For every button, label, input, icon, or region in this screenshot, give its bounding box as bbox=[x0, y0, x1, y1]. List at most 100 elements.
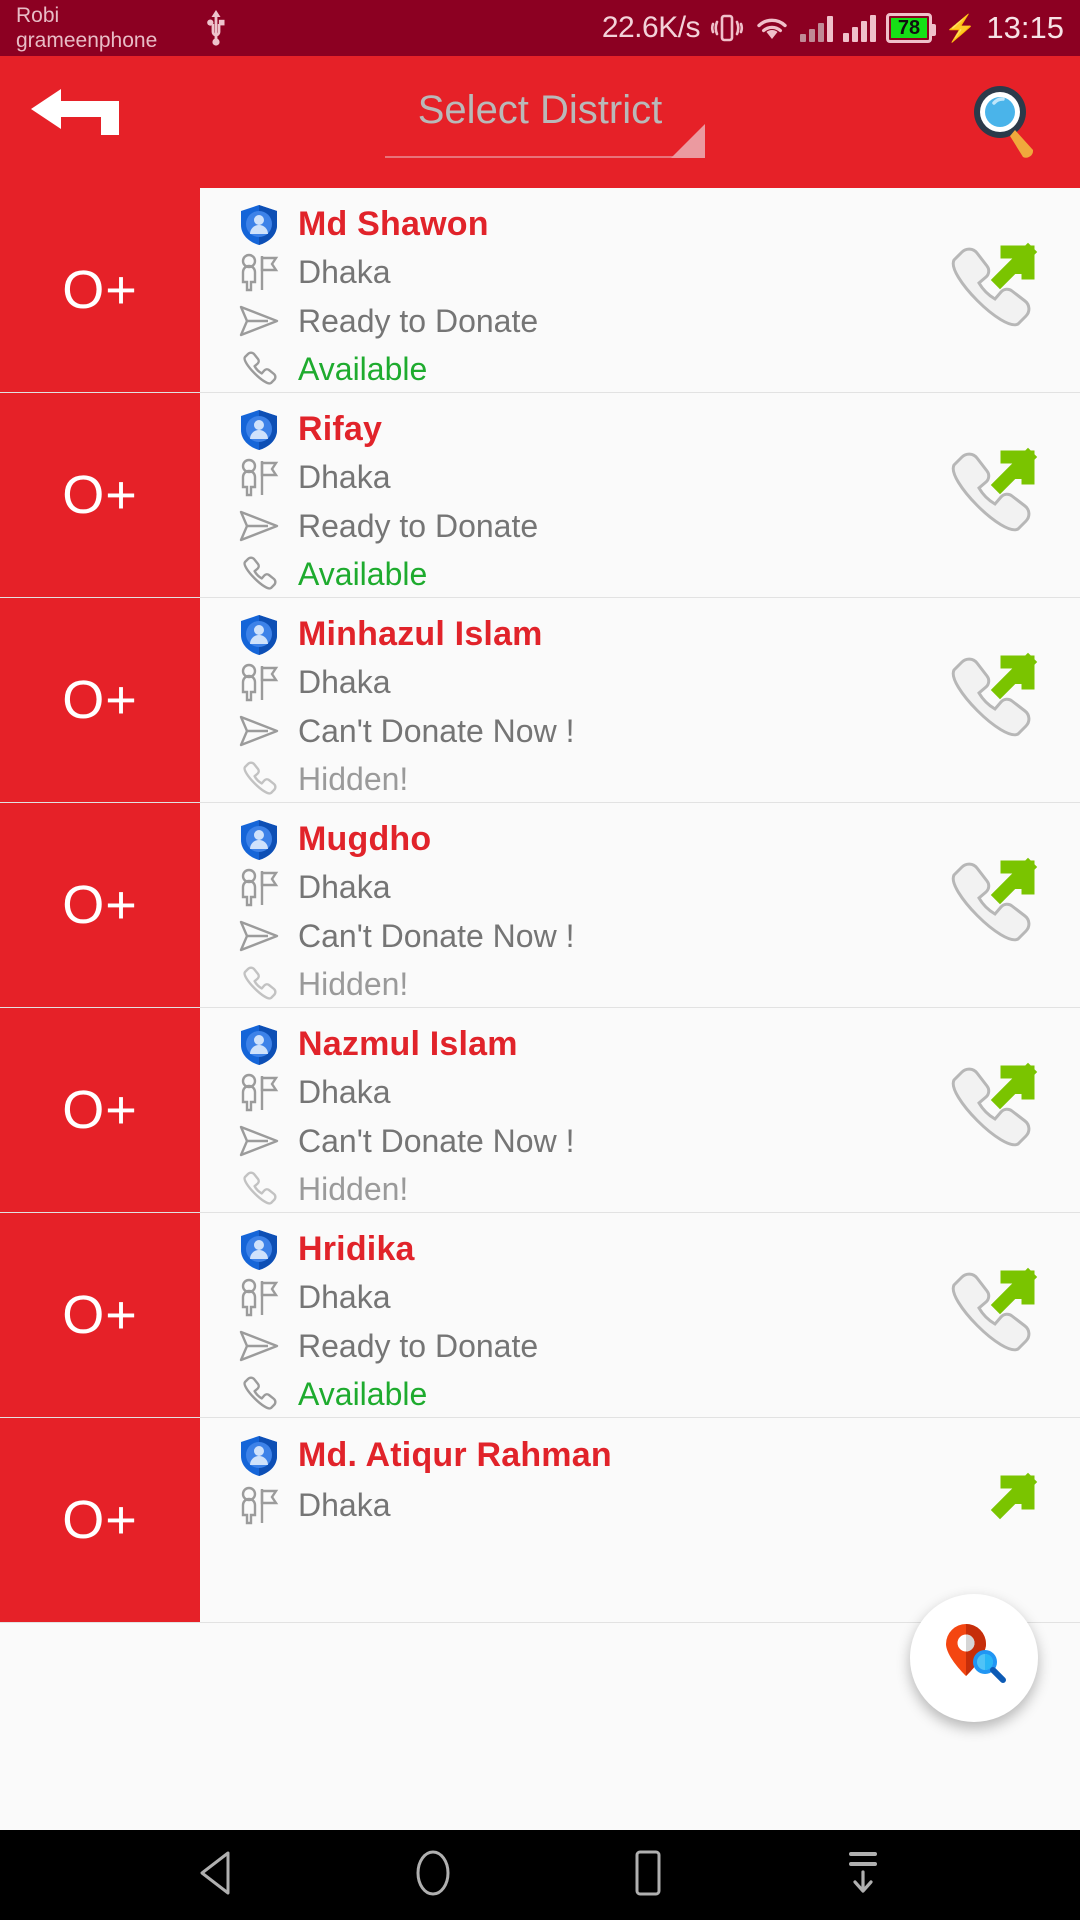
table-row[interactable]: O+ Nazmul Islam Dhaka Can't Donate Now !… bbox=[0, 1008, 1080, 1213]
call-button[interactable] bbox=[900, 803, 1080, 1007]
donor-availability: Hidden! bbox=[298, 965, 409, 1002]
battery-indicator: 78 bbox=[886, 13, 937, 43]
donor-donate-status: Can't Donate Now ! bbox=[298, 712, 575, 749]
donor-name: Rifay bbox=[298, 410, 383, 449]
donor-status-line: Can't Donate Now ! bbox=[238, 914, 900, 959]
person-flag-icon bbox=[238, 457, 280, 499]
call-button[interactable] bbox=[900, 393, 1080, 597]
shield-person-icon bbox=[238, 613, 280, 657]
donor-donate-status: Can't Donate Now ! bbox=[298, 917, 575, 954]
donor-district-line: Dhaka bbox=[238, 1275, 900, 1320]
person-flag-icon bbox=[238, 662, 280, 704]
table-row[interactable]: O+ Minhazul Islam Dhaka Can't Donate Now… bbox=[0, 598, 1080, 803]
nav-recents-button[interactable] bbox=[588, 1830, 708, 1920]
outgoing-call-icon bbox=[938, 646, 1042, 755]
dropdown-triangle-icon bbox=[671, 124, 705, 158]
nav-hide-keyboard-button[interactable] bbox=[803, 1830, 923, 1920]
shield-person-icon bbox=[238, 1023, 280, 1067]
carrier-2: grameenphone bbox=[16, 29, 158, 52]
outgoing-call-icon bbox=[938, 1466, 1042, 1575]
donor-info: Nazmul Islam Dhaka Can't Donate Now ! Hi… bbox=[200, 1008, 900, 1212]
donor-district-line: Dhaka bbox=[238, 250, 900, 295]
donor-info: Mugdho Dhaka Can't Donate Now ! Hidden! bbox=[200, 803, 900, 1007]
donor-name-line: Nazmul Islam bbox=[238, 1022, 900, 1067]
donor-district: Dhaka bbox=[298, 664, 391, 701]
table-row[interactable]: O+ Rifay Dhaka Ready to Donate Available bbox=[0, 393, 1080, 598]
back-button[interactable] bbox=[0, 87, 150, 158]
call-button[interactable] bbox=[900, 1008, 1080, 1212]
shield-person-icon bbox=[238, 1228, 280, 1272]
donor-availability-line: Available bbox=[238, 347, 900, 392]
table-row[interactable]: O+ Hridika Dhaka Ready to Donate Availab… bbox=[0, 1213, 1080, 1418]
donor-district-line: Dhaka bbox=[238, 865, 900, 910]
outgoing-call-icon bbox=[938, 1261, 1042, 1370]
donor-donate-status: Ready to Donate bbox=[298, 507, 539, 544]
donor-availability-line: Hidden! bbox=[238, 962, 900, 1007]
paper-plane-icon bbox=[238, 919, 280, 953]
donor-status-line: Ready to Donate bbox=[238, 1324, 900, 1369]
donor-donate-status: Ready to Donate bbox=[298, 302, 539, 339]
district-spinner-value: Select District bbox=[417, 88, 663, 132]
donor-info: Rifay Dhaka Ready to Donate Available bbox=[200, 393, 900, 597]
donor-availability-line: Available bbox=[238, 552, 900, 597]
donor-district: Dhaka bbox=[298, 254, 391, 291]
table-row[interactable]: O+ Mugdho Dhaka Can't Donate Now ! Hidde… bbox=[0, 803, 1080, 1008]
map-search-fab[interactable] bbox=[910, 1594, 1038, 1722]
donor-name-line: Hridika bbox=[238, 1227, 900, 1272]
nav-home-button[interactable] bbox=[373, 1830, 493, 1920]
donor-availability: Available bbox=[298, 555, 428, 592]
status-bar: Robi grameenphone 22.6K/s 78 ⚡ 13:15 bbox=[0, 0, 1080, 56]
paper-plane-icon bbox=[238, 714, 280, 748]
search-icon bbox=[963, 78, 1047, 167]
donor-district-line: Dhaka bbox=[238, 660, 900, 705]
donor-availability-line: Hidden! bbox=[238, 1167, 900, 1212]
donor-name-line: Md. Atiqur Rahman bbox=[238, 1432, 900, 1479]
donor-district: Dhaka bbox=[298, 1487, 391, 1523]
phone-handset-icon bbox=[238, 349, 280, 389]
donor-availability: Available bbox=[298, 1375, 428, 1412]
outgoing-call-icon bbox=[938, 851, 1042, 960]
donor-status-line: Can't Donate Now ! bbox=[238, 1119, 900, 1164]
usb-icon bbox=[203, 8, 229, 48]
call-button[interactable] bbox=[900, 1213, 1080, 1417]
blood-group-badge: O+ bbox=[0, 803, 200, 1007]
outgoing-call-icon bbox=[938, 441, 1042, 550]
donor-donate-status: Can't Donate Now ! bbox=[298, 1122, 575, 1159]
back-arrow-icon bbox=[27, 87, 123, 158]
clock: 13:15 bbox=[986, 10, 1064, 45]
donor-name-line: Mugdho bbox=[238, 817, 900, 862]
donor-list[interactable]: O+ Md Shawon Dhaka Ready to Donate Avail… bbox=[0, 188, 1080, 1830]
donor-status-line: Can't Donate Now ! bbox=[238, 709, 900, 754]
blood-group-badge: O+ bbox=[0, 1008, 200, 1212]
call-button[interactable] bbox=[900, 598, 1080, 802]
carrier-labels: Robi grameenphone bbox=[16, 3, 191, 53]
outgoing-call-icon bbox=[938, 1056, 1042, 1165]
map-pin-search-icon bbox=[936, 1618, 1012, 1699]
status-bar-right: 22.6K/s 78 ⚡ 13:15 bbox=[602, 10, 1064, 46]
call-button[interactable] bbox=[900, 1418, 1080, 1622]
donor-name-line: Md Shawon bbox=[238, 202, 900, 247]
table-row[interactable]: O+ Md. Atiqur Rahman Dhaka bbox=[0, 1418, 1080, 1623]
donor-name: Mugdho bbox=[298, 820, 432, 859]
shield-person-icon bbox=[238, 203, 280, 247]
person-flag-icon bbox=[238, 867, 280, 909]
network-speed: 22.6K/s bbox=[601, 11, 701, 44]
search-button[interactable] bbox=[930, 78, 1080, 167]
donor-availability-line: Available bbox=[238, 1372, 900, 1417]
nav-home-icon bbox=[411, 1848, 455, 1903]
phone-handset-icon bbox=[238, 1169, 280, 1209]
shield-person-icon bbox=[238, 1434, 280, 1478]
district-spinner[interactable]: Select District bbox=[150, 86, 930, 158]
blood-group-badge: O+ bbox=[0, 1213, 200, 1417]
nav-back-button[interactable] bbox=[158, 1830, 278, 1920]
nav-back-icon bbox=[196, 1849, 240, 1902]
battery-level: 78 bbox=[897, 16, 921, 39]
donor-availability: Available bbox=[298, 350, 428, 387]
phone-handset-icon bbox=[238, 1374, 280, 1414]
donor-status-line: Ready to Donate bbox=[238, 504, 900, 549]
spinner-underline bbox=[385, 124, 705, 158]
donor-info: Minhazul Islam Dhaka Can't Donate Now ! … bbox=[200, 598, 900, 802]
call-button[interactable] bbox=[900, 188, 1080, 392]
table-row[interactable]: O+ Md Shawon Dhaka Ready to Donate Avail… bbox=[0, 188, 1080, 393]
person-flag-icon bbox=[238, 252, 280, 294]
